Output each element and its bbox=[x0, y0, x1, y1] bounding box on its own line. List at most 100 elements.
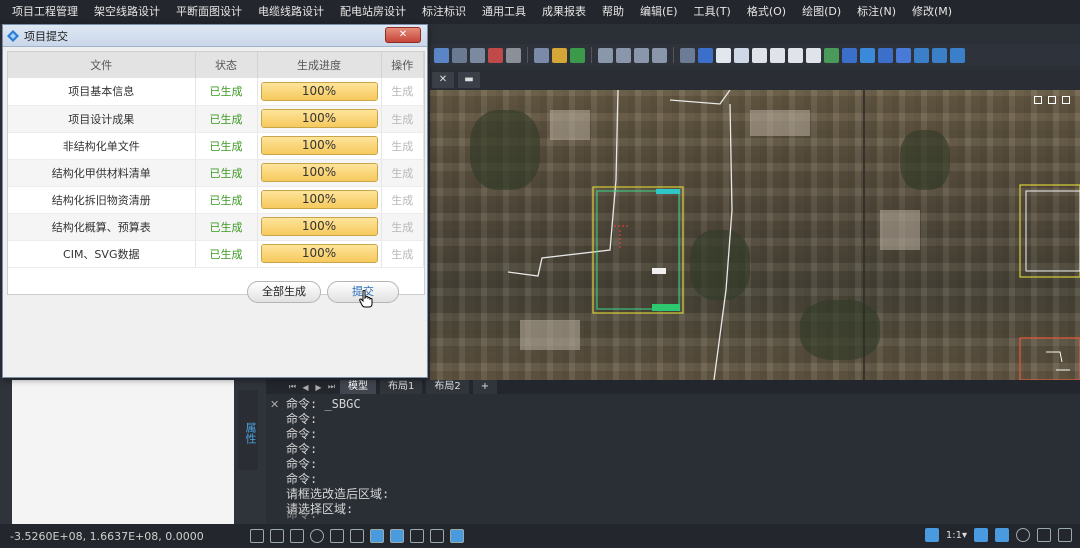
menu-item[interactable]: 架空线路设计 bbox=[86, 0, 168, 24]
measure-tool-icon[interactable] bbox=[752, 47, 767, 63]
pie-tool-icon[interactable] bbox=[842, 47, 857, 63]
add-tab-button[interactable]: + bbox=[472, 380, 498, 394]
selection-cycle-icon[interactable] bbox=[430, 529, 444, 543]
progress-cell: 100% bbox=[257, 78, 382, 106]
workspace-icon[interactable] bbox=[1037, 528, 1051, 542]
command-window[interactable]: ✕ 命令: _SBGC 命令: 命令: 命令: 命令: 命令: 请框选改造后区域: 请选择区域… bbox=[266, 394, 1080, 524]
status-cell: 已生成 bbox=[195, 213, 258, 241]
menu-item[interactable]: 绘图(D) bbox=[794, 0, 849, 24]
toolbar-separator bbox=[591, 47, 592, 63]
generate-all-button[interactable]: 全部生成 bbox=[247, 281, 321, 303]
block-tool-icon[interactable] bbox=[652, 47, 667, 63]
tab-model[interactable]: 模型 bbox=[340, 380, 376, 394]
menu-item[interactable]: 配电站房设计 bbox=[332, 0, 414, 24]
menu-item[interactable]: 平断面图设计 bbox=[168, 0, 250, 24]
properties-tab[interactable]: 属性 bbox=[238, 390, 258, 470]
filter-tool-icon[interactable] bbox=[914, 47, 929, 63]
lineweight-toggle-icon[interactable] bbox=[390, 529, 404, 543]
generate-link[interactable]: 生成 bbox=[381, 159, 424, 187]
table-row: 结构化甲供材料清单 已生成 100% 生成 bbox=[8, 159, 424, 187]
tag-tool-icon[interactable] bbox=[932, 47, 947, 63]
restore-icon[interactable] bbox=[1048, 96, 1056, 104]
line-tool-icon[interactable] bbox=[434, 47, 449, 63]
layer-tool-icon[interactable] bbox=[680, 47, 695, 63]
progress-percent: 100% bbox=[301, 246, 337, 260]
tab-layout2[interactable]: 布局2 bbox=[426, 380, 469, 394]
menu-item[interactable]: 工具(T) bbox=[686, 0, 739, 24]
generate-link[interactable]: 生成 bbox=[381, 105, 424, 133]
menu-item[interactable]: 标注标识 bbox=[414, 0, 474, 24]
properties-tool-icon[interactable] bbox=[770, 47, 785, 63]
link-tool-icon[interactable] bbox=[950, 47, 965, 63]
command-history: 命令: _SBGC 命令: 命令: 命令: 命令: 命令: 请框选改造后区域: 请选择区域: bbox=[286, 397, 1060, 517]
snap-toggle-icon[interactable] bbox=[270, 529, 284, 543]
menu-item[interactable]: 项目工程管理 bbox=[4, 0, 86, 24]
arc-tool-icon[interactable] bbox=[534, 47, 549, 63]
menu-item[interactable]: 编辑(E) bbox=[632, 0, 686, 24]
grid-tool-icon[interactable] bbox=[452, 47, 467, 63]
list-tool-icon[interactable] bbox=[788, 47, 803, 63]
dialog-close-button[interactable]: ✕ bbox=[385, 27, 421, 43]
generate-link[interactable]: 生成 bbox=[381, 240, 424, 268]
next-tab-icon[interactable]: ▶ bbox=[314, 383, 323, 392]
extend-tool-icon[interactable] bbox=[506, 47, 521, 63]
target-tool-icon[interactable] bbox=[878, 47, 893, 63]
close-icon[interactable]: ✕ bbox=[270, 398, 279, 411]
first-tab-icon[interactable]: ⏮ bbox=[288, 382, 297, 392]
generate-link[interactable]: 生成 bbox=[381, 132, 424, 160]
region-tool-icon[interactable] bbox=[634, 47, 649, 63]
annotation-monitor-icon[interactable] bbox=[450, 529, 464, 543]
last-tab-icon[interactable]: ⏭ bbox=[327, 382, 336, 392]
generate-link[interactable]: 生成 bbox=[381, 78, 424, 106]
save-tool-icon[interactable] bbox=[698, 47, 713, 63]
command-input[interactable]: 命令: bbox=[286, 505, 317, 522]
mirror-tool-icon[interactable] bbox=[570, 47, 585, 63]
file-name-cell: 项目设计成果 bbox=[8, 105, 196, 133]
image-tool-icon[interactable] bbox=[824, 47, 839, 63]
edit-tool-icon[interactable] bbox=[734, 47, 749, 63]
rotate-tool-icon[interactable] bbox=[470, 47, 485, 63]
document-tab-icon[interactable]: ▬ bbox=[458, 72, 480, 88]
annotation-visibility-icon[interactable] bbox=[974, 528, 988, 542]
close-tab-icon[interactable]: ✕ bbox=[432, 72, 454, 88]
ortho-toggle-icon[interactable] bbox=[290, 529, 304, 543]
menu-item[interactable]: 修改(M) bbox=[904, 0, 960, 24]
osnap-toggle-icon[interactable] bbox=[330, 529, 344, 543]
menu-item[interactable]: 成果报表 bbox=[534, 0, 594, 24]
trim-tool-icon[interactable] bbox=[488, 47, 503, 63]
settings-icon[interactable] bbox=[1016, 528, 1030, 542]
generate-link[interactable]: 生成 bbox=[381, 186, 424, 214]
progress-percent: 100% bbox=[301, 219, 337, 233]
generate-link[interactable]: 生成 bbox=[381, 213, 424, 241]
hatch-tool-icon[interactable] bbox=[616, 47, 631, 63]
map-canvas[interactable] bbox=[430, 90, 1080, 380]
scale-selector[interactable]: 1:1▾ bbox=[946, 530, 967, 541]
menu-item[interactable]: 标注(N) bbox=[849, 0, 904, 24]
table-tool-icon[interactable] bbox=[598, 47, 613, 63]
dyn-toggle-icon[interactable] bbox=[370, 529, 384, 543]
status-right: 1:1▾ bbox=[924, 528, 1072, 542]
minimize-icon[interactable] bbox=[1034, 96, 1042, 104]
export-tool-icon[interactable] bbox=[716, 47, 731, 63]
menu-item[interactable]: 帮助 bbox=[594, 0, 632, 24]
annotation-scale-icon[interactable] bbox=[924, 528, 939, 542]
side-frame-2 bbox=[1019, 337, 1080, 380]
polar-toggle-icon[interactable] bbox=[310, 529, 324, 543]
dialog-titlebar[interactable]: 项目提交 ✕ bbox=[3, 25, 427, 47]
menu-item[interactable]: 通用工具 bbox=[474, 0, 534, 24]
auto-scale-icon[interactable] bbox=[995, 528, 1009, 542]
globe-tool-icon[interactable] bbox=[860, 47, 875, 63]
grid-toggle-icon[interactable] bbox=[250, 529, 264, 543]
transparency-toggle-icon[interactable] bbox=[410, 529, 424, 543]
progress-bar: 100% bbox=[260, 217, 378, 236]
tab-layout1[interactable]: 布局1 bbox=[380, 380, 423, 394]
print-tool-icon[interactable] bbox=[896, 47, 911, 63]
menu-item[interactable]: 电缆线路设计 bbox=[250, 0, 332, 24]
pen-tool-icon[interactable] bbox=[552, 47, 567, 63]
fullscreen-icon[interactable] bbox=[1058, 528, 1072, 542]
otrack-toggle-icon[interactable] bbox=[350, 529, 364, 543]
close-icon[interactable] bbox=[1062, 96, 1070, 104]
menu-item[interactable]: 格式(O) bbox=[739, 0, 794, 24]
prev-tab-icon[interactable]: ◀ bbox=[301, 383, 310, 392]
copy-tool-icon[interactable] bbox=[806, 47, 821, 63]
